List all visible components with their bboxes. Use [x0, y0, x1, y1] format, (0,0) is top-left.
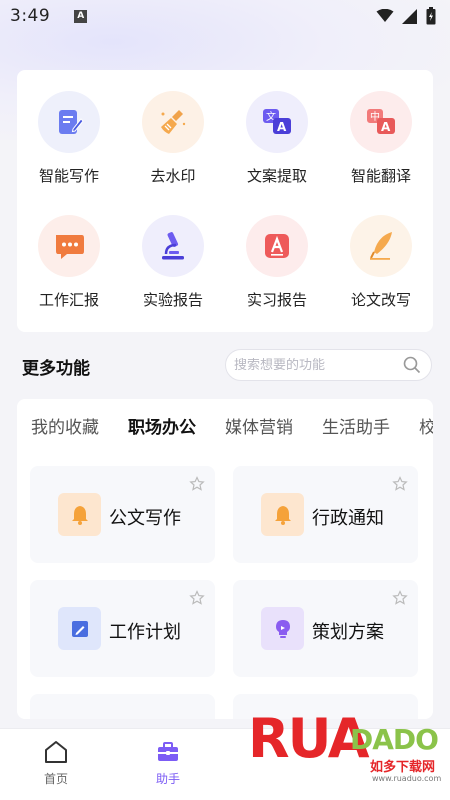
tool-work-report[interactable]: 工作汇报	[17, 215, 121, 310]
star-icon[interactable]	[189, 590, 205, 606]
tab-favorites[interactable]: 我的收藏	[31, 413, 99, 438]
function-card-label: 策划方案	[312, 622, 384, 643]
function-search-box[interactable]	[225, 349, 432, 381]
function-card-official-writing[interactable]: 公文写作	[30, 466, 215, 563]
battery-icon	[426, 7, 436, 25]
tool-text-extract[interactable]: 文 A 文案提取	[225, 91, 329, 186]
tab-campus[interactable]: 校	[419, 413, 433, 438]
bell-icon	[274, 505, 291, 525]
tool-icon-circle: 中 A	[350, 91, 412, 153]
edit-board-icon	[71, 620, 88, 637]
watermark-logo-subtext: DADO	[350, 723, 439, 756]
tool-label: 去水印	[150, 167, 196, 185]
function-card-partial[interactable]	[30, 694, 215, 719]
function-card-label: 工作计划	[109, 622, 181, 643]
wifi-icon	[376, 9, 394, 22]
star-icon[interactable]	[392, 590, 408, 606]
lightbulb-icon	[275, 619, 290, 638]
notification-badge: A	[74, 9, 88, 23]
feather-pen-icon	[370, 232, 392, 260]
tool-label: 文案提取	[246, 167, 307, 185]
function-card-icon	[58, 493, 101, 536]
tool-label: 实验报告	[142, 291, 203, 309]
tool-icon-circle	[142, 215, 204, 277]
translate-icon: 中 A	[367, 109, 395, 134]
tool-internship-report[interactable]: 实习报告	[225, 215, 329, 310]
tab-life-assistant[interactable]: 生活助手	[322, 413, 390, 438]
tool-experiment-report[interactable]: 实验报告	[121, 215, 225, 310]
status-time: 3:49	[10, 6, 51, 26]
nav-label: 首页	[43, 772, 68, 786]
quick-tools-card: 智能写作 去水印 文 A 文案提取 中 A 智能翻译 工作汇报 实验报告 实习报…	[17, 70, 433, 332]
bell-icon	[71, 505, 88, 525]
nav-home[interactable]: 首页	[16, 739, 96, 787]
tab-office[interactable]: 职场办公	[128, 413, 196, 438]
pen-note-icon	[59, 110, 84, 134]
home-icon	[45, 741, 67, 763]
text-extract-icon: 文 A	[263, 109, 291, 134]
tool-icon-circle	[350, 215, 412, 277]
tool-smart-writing[interactable]: 智能写作	[17, 91, 121, 186]
tool-paper-rewrite[interactable]: 论文改写	[329, 215, 433, 310]
function-card-work-plan[interactable]: 工作计划	[30, 580, 215, 677]
signal-icon	[402, 8, 417, 24]
tool-label: 智能翻译	[350, 167, 411, 185]
function-panel: 我的收藏 职场办公 媒体营销 生活助手 校 公文写作 行政通知 工作计划 策划方…	[17, 399, 433, 719]
nav-assistant[interactable]: 助手	[128, 739, 208, 787]
tool-icon-circle	[246, 215, 308, 277]
toolbox-icon	[158, 742, 178, 761]
function-card-label: 行政通知	[312, 508, 384, 529]
letter-a-icon	[265, 234, 289, 258]
status-icons	[376, 7, 436, 25]
star-icon[interactable]	[189, 476, 205, 492]
search-icon[interactable]	[403, 356, 421, 374]
microscope-icon	[162, 232, 184, 260]
watermark-chinese-text: 如多下载网	[370, 760, 436, 775]
function-card-admin-notice[interactable]: 行政通知	[233, 466, 418, 563]
tool-icon-circle	[38, 215, 100, 277]
function-card-icon	[261, 493, 304, 536]
tool-remove-watermark[interactable]: 去水印	[121, 91, 225, 186]
more-functions-title: 更多功能	[22, 359, 90, 379]
status-bar: 3:49 A	[0, 0, 450, 32]
tool-icon-circle	[142, 91, 204, 153]
chat-bubble-icon	[56, 235, 84, 259]
svg-text:A: A	[381, 120, 391, 134]
tool-label: 论文改写	[350, 291, 411, 309]
function-card-planning-proposal[interactable]: 策划方案	[233, 580, 418, 677]
function-card-icon	[261, 607, 304, 650]
category-tabs: 我的收藏 职场办公 媒体营销 生活助手 校	[31, 413, 433, 438]
watermark-url: www.ruaduo.com	[372, 774, 442, 783]
site-watermark: RUA DADO 如多下载网 www.ruaduo.com	[248, 712, 450, 800]
tool-label: 智能写作	[38, 167, 99, 185]
tool-label: 工作汇报	[38, 291, 99, 309]
search-input[interactable]	[234, 357, 394, 373]
function-card-label: 公文写作	[109, 508, 181, 529]
function-card-icon	[58, 607, 101, 650]
tab-media-marketing[interactable]: 媒体营销	[225, 413, 293, 438]
tool-smart-translate[interactable]: 中 A 智能翻译	[329, 91, 433, 186]
tool-icon-circle: 文 A	[246, 91, 308, 153]
svg-text:A: A	[277, 120, 287, 134]
tool-label: 实习报告	[246, 291, 307, 309]
tool-icon-circle	[38, 91, 100, 153]
nav-label: 助手	[155, 772, 180, 786]
star-icon[interactable]	[392, 476, 408, 492]
broom-icon	[161, 110, 186, 134]
